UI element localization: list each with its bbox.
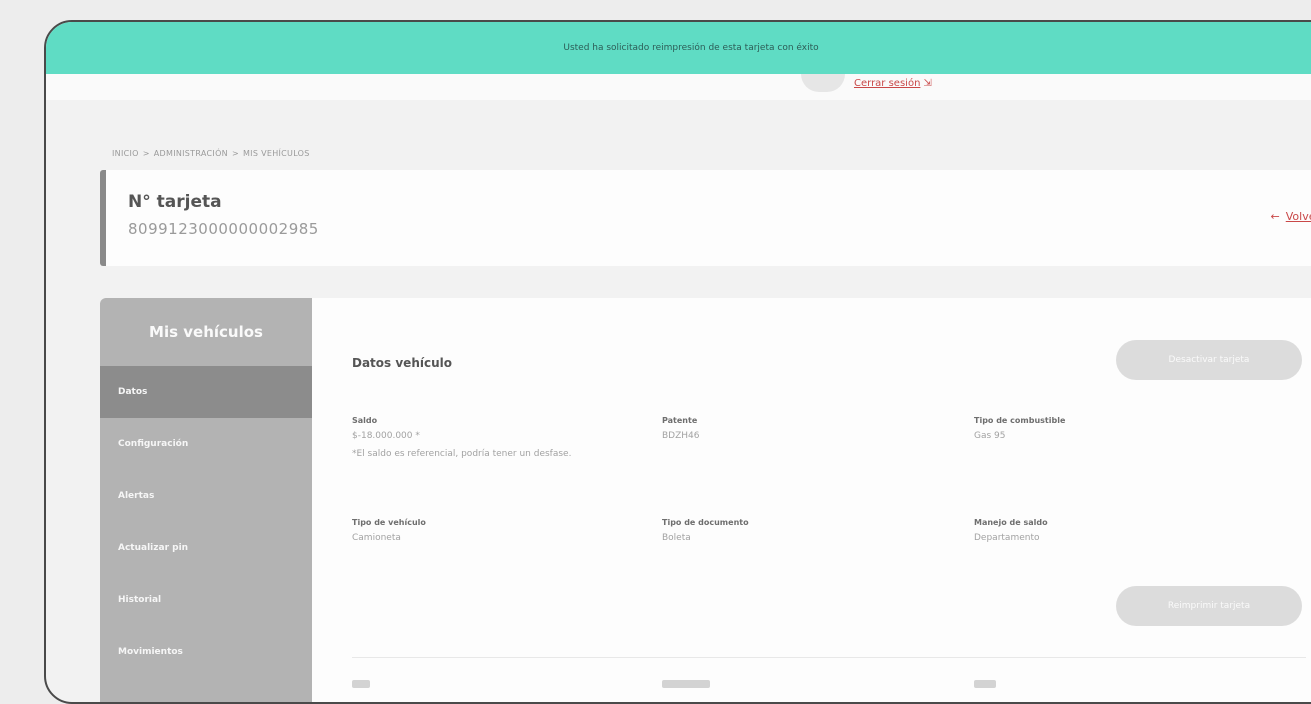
field-tipo-vehiculo: Tipo de vehículo Camioneta [352,518,652,543]
breadcrumb-admin[interactable]: ADMINISTRACIÓN [154,149,228,158]
field-value: Gas 95 [974,431,1006,441]
field-value: $-18.000.000 * [352,431,420,441]
main-panel: Mis vehículos Datos Configuración Alerta… [100,298,1311,702]
field-label: Tipo de documento [662,518,749,527]
deactivate-card-button[interactable]: Desactivar tarjeta [1116,340,1302,380]
field-label: Patente [662,416,698,425]
field-saldo: Saldo $-18.000.000 * *El saldo es refere… [352,416,652,463]
sidebar-item-configuracion[interactable]: Configuración [100,418,312,470]
back-link[interactable]: ← Volver [1271,210,1311,223]
section-title: Datos vehículo [352,356,452,370]
breadcrumb: INICIO > ADMINISTRACIÓN > MIS VEHÍCULOS [112,149,310,158]
top-bar [46,74,1311,100]
field-label: Manejo de saldo [974,518,1048,527]
balance-note: *El saldo es referencial, podría tener u… [352,449,572,459]
logout-icon: ⇲ [923,78,932,89]
field-value: Boleta [662,533,691,543]
field-value: Departamento [974,533,1040,543]
field-label: Tipo de combustible [974,416,1066,425]
vehicle-content: Datos vehículo Desactivar tarjeta Saldo … [352,298,1311,702]
sidebar-item-movimientos[interactable]: Movimientos [100,626,312,678]
success-toast: Usted ha solicitado reimpresión de esta … [46,22,1311,74]
field-value: Camioneta [352,533,401,543]
breadcrumb-separator: > [231,149,239,158]
cropped-label [352,680,370,688]
reprint-card-button[interactable]: Reimprimir tarjeta [1116,586,1302,626]
breadcrumb-home[interactable]: INICIO [112,149,139,158]
breadcrumb-separator: > [142,149,150,158]
arrow-left-icon: ← [1270,210,1280,223]
back-label: Volver [1285,210,1311,223]
cropped-label [974,680,996,688]
field-value: BDZH46 [662,431,700,441]
sidebar-item-historial[interactable]: Historial [100,574,312,626]
card-header: N° tarjeta 8099123000000002985 ← Volver [100,170,1311,266]
app-window: Usted ha solicitado reimpresión de esta … [44,20,1311,704]
toast-message: Usted ha solicitado reimpresión de esta … [563,43,819,53]
field-manejo-saldo: Manejo de saldo Departamento [974,518,1274,543]
sidebar-title: Mis vehículos [149,323,263,341]
field-tipo-documento: Tipo de documento Boleta [662,518,962,543]
sidebar-item-datos[interactable]: Datos [100,366,312,418]
logout-label: Cerrar sesión [854,78,921,89]
section-divider [352,657,1306,658]
logout-link[interactable]: Cerrar sesión ⇲ [854,78,932,89]
sidebar: Mis vehículos Datos Configuración Alerta… [100,298,312,702]
card-title: N° tarjeta [128,192,222,212]
field-label: Tipo de vehículo [352,518,426,527]
card-number: 8099123000000002985 [128,220,319,238]
sidebar-item-actualizar-pin[interactable]: Actualizar pin [100,522,312,574]
field-label: Saldo [352,416,378,425]
sidebar-item-alertas[interactable]: Alertas [100,470,312,522]
field-tipo-combustible: Tipo de combustible Gas 95 [974,416,1274,441]
field-patente: Patente BDZH46 [662,416,962,441]
breadcrumb-current: MIS VEHÍCULOS [242,149,310,158]
cropped-label [662,680,710,688]
